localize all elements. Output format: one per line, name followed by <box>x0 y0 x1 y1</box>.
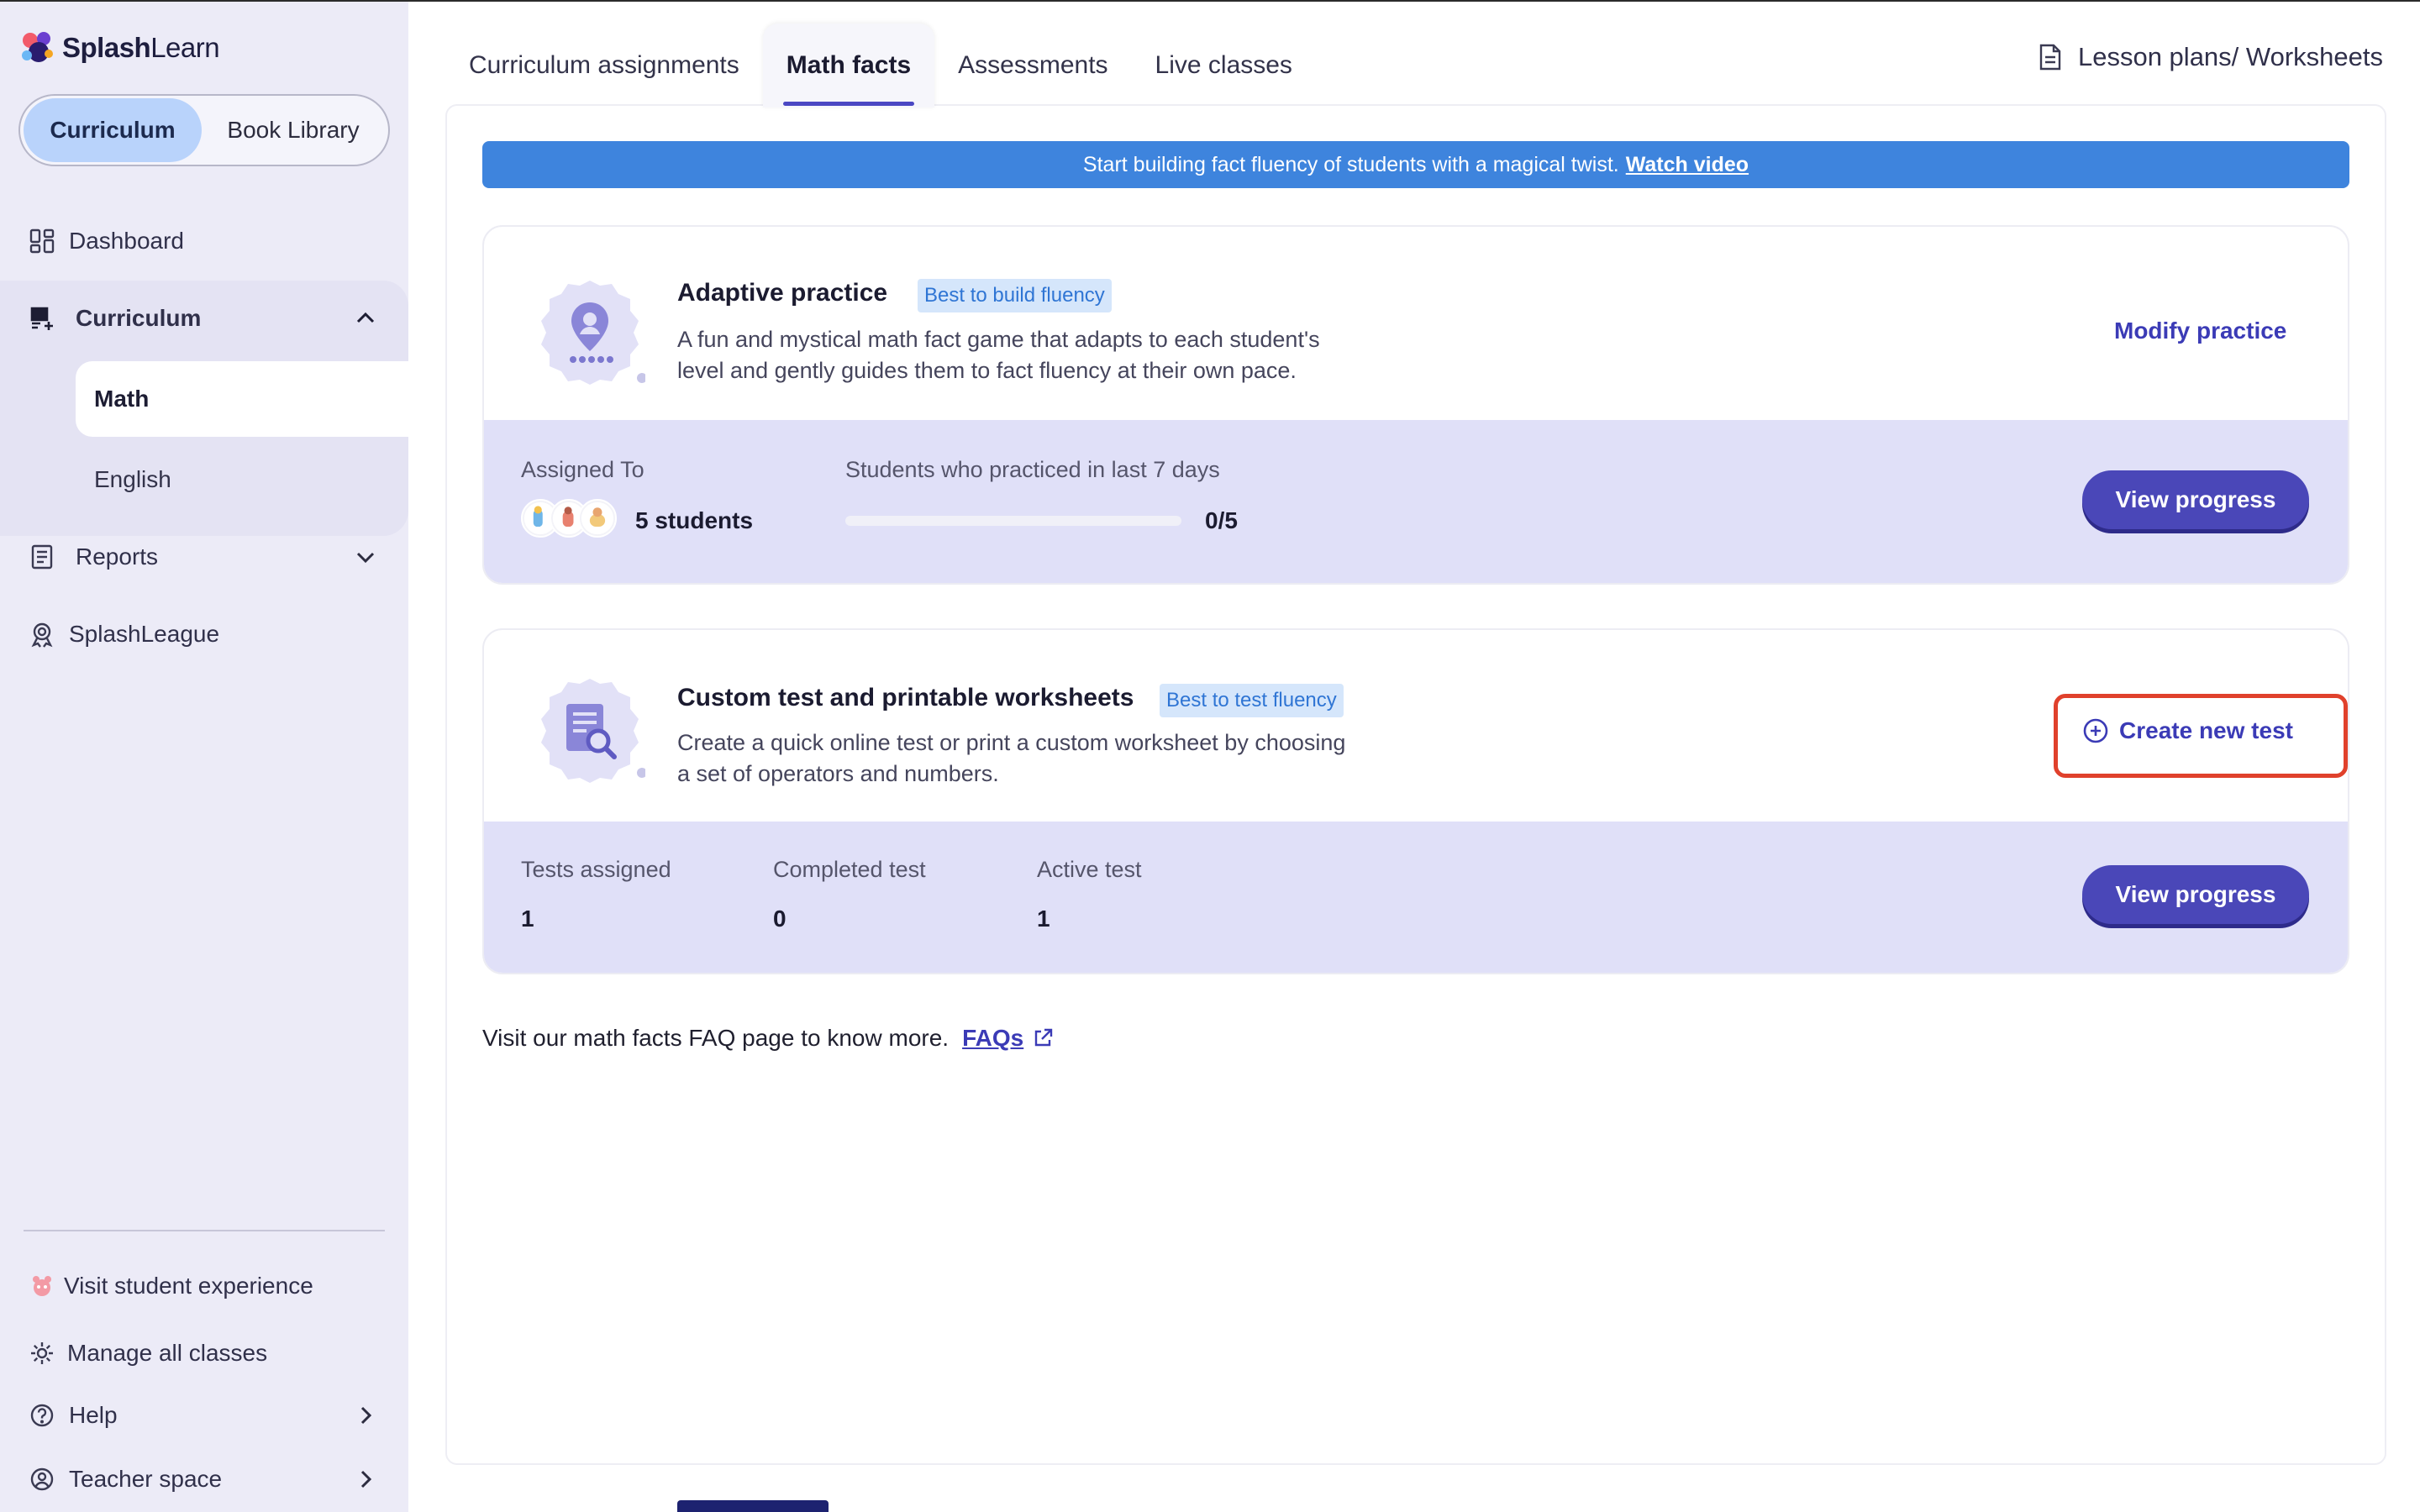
reports-icon <box>31 544 53 570</box>
tab-math-facts[interactable]: Math facts <box>762 24 935 108</box>
assigned-to-label: Assigned To <box>521 457 644 482</box>
chevron-up-icon[interactable] <box>353 306 378 331</box>
assigned-students-count[interactable]: 5 students <box>635 507 753 534</box>
view-progress-button[interactable]: View progress <box>2082 865 2309 924</box>
sidebar-item-splashleague[interactable]: SplashLeague <box>0 596 408 672</box>
lesson-plans-label: Lesson plans/ Worksheets <box>2077 42 2383 71</box>
sidebar-item-dashboard[interactable]: Dashboard <box>0 203 408 279</box>
dashboard-icon <box>29 228 55 254</box>
segment-curriculum[interactable]: Curriculum <box>24 98 202 162</box>
sidebar-divider <box>24 1230 385 1231</box>
curriculum-icon <box>30 307 53 330</box>
worksheet-search-icon <box>541 679 645 783</box>
practice-progress-bar <box>845 516 1181 526</box>
card-description: A fun and mystical math fact game that a… <box>677 327 1320 383</box>
location-pin-icon <box>541 281 645 385</box>
best-to-build-fluency-tag: Best to build fluency <box>918 279 1112 312</box>
trophy-icon <box>31 622 53 648</box>
chevron-right-icon <box>360 1406 372 1425</box>
best-to-test-fluency-tag: Best to test fluency <box>1160 684 1344 717</box>
sidebar-item-reports[interactable]: Reports <box>0 519 408 595</box>
card-description: Create a quick online test or print a cu… <box>677 730 1346 786</box>
help-icon <box>30 1404 54 1427</box>
practiced-label: Students who practiced in last 7 days <box>845 457 1220 482</box>
visit-student-experience-link[interactable]: Visit student experience <box>0 1248 408 1324</box>
completed-test-label: Completed test <box>773 857 926 882</box>
view-progress-button[interactable]: View progress <box>2082 470 2309 529</box>
custom-test-card: Custom test and printable worksheets Bes… <box>482 628 2349 974</box>
gear-icon <box>31 1342 53 1364</box>
sidebar-item-label: Curriculum <box>76 305 202 331</box>
footer-logo-partial <box>677 1500 829 1512</box>
teacher-space-link[interactable]: Teacher space <box>0 1441 408 1512</box>
banner-text: Start building fact fluency of students … <box>1082 152 1619 176</box>
tests-assigned-value: 1 <box>521 906 534 932</box>
watch-video-link[interactable]: Watch video <box>1626 153 1749 177</box>
sidebar-item-math[interactable]: Math <box>76 361 408 437</box>
sidebar-item-label: SplashLeague <box>69 621 220 647</box>
teacher-space-label: Teacher space <box>69 1466 223 1492</box>
sidebar: SplashLearn Curriculum Book Library Dash… <box>0 2 408 1512</box>
sidebar-item-label: Dashboard <box>69 228 184 254</box>
active-test-label: Active test <box>1037 857 1142 882</box>
sidebar-item-label: Reports <box>76 543 159 570</box>
lesson-plans-worksheets-link[interactable]: Lesson plans/ Worksheets <box>2038 42 2383 72</box>
sidebar-item-english[interactable]: English <box>76 442 408 517</box>
logo-text: SplashLearn <box>62 32 220 63</box>
modify-practice-link[interactable]: Modify practice <box>2114 318 2286 344</box>
student-mascot-icon <box>33 1276 51 1296</box>
adaptive-practice-card: Adaptive practice Best to build fluency … <box>482 225 2349 585</box>
tab-assessments[interactable]: Assessments <box>934 24 1131 108</box>
faqs-link[interactable]: FAQs <box>962 1025 1054 1052</box>
adaptive-stats-panel: Assigned To 5 students Students who prac… <box>484 420 2348 583</box>
user-circle-icon <box>30 1467 54 1491</box>
visit-student-label: Visit student experience <box>64 1273 313 1299</box>
main-tabs: Curriculum assignments Math facts Assess… <box>445 24 1316 108</box>
active-test-value: 1 <box>1037 906 1050 932</box>
tests-assigned-label: Tests assigned <box>521 857 671 882</box>
practiced-count: 0/5 <box>1205 507 1238 533</box>
info-banner: Start building fact fluency of students … <box>482 141 2349 188</box>
segment-book-library[interactable]: Book Library <box>202 98 385 162</box>
document-icon <box>2039 44 2061 71</box>
manage-classes-label: Manage all classes <box>67 1340 268 1366</box>
help-label: Help <box>69 1402 118 1428</box>
card-title: Custom test and printable worksheets <box>677 684 1134 711</box>
sidebar-item-curriculum[interactable]: Curriculum <box>0 281 408 356</box>
custom-test-stats-panel: Tests assigned 1 Completed test 0 Active… <box>484 822 2348 973</box>
card-title: Adaptive practice <box>677 279 888 307</box>
highlight-annotation-box <box>2054 694 2348 778</box>
faq-text: Visit our math facts FAQ page to know mo… <box>482 1025 950 1051</box>
curriculum-library-switch: Curriculum Book Library <box>18 94 390 166</box>
student-avatar-icon <box>578 499 617 538</box>
splashlearn-logo-icon <box>22 32 53 62</box>
faq-line: Visit our math facts FAQ page to know mo… <box>482 1025 1054 1052</box>
completed-test-value: 0 <box>773 906 786 932</box>
tab-curriculum-assignments[interactable]: Curriculum assignments <box>445 24 763 108</box>
splashlearn-logo[interactable]: SplashLearn <box>18 27 220 69</box>
tab-live-classes[interactable]: Live classes <box>1132 24 1316 108</box>
chevron-right-icon <box>360 1470 372 1488</box>
external-link-icon <box>1035 1028 1053 1047</box>
chevron-down-icon[interactable] <box>353 544 378 570</box>
faqs-link-label: FAQs <box>962 1025 1024 1051</box>
